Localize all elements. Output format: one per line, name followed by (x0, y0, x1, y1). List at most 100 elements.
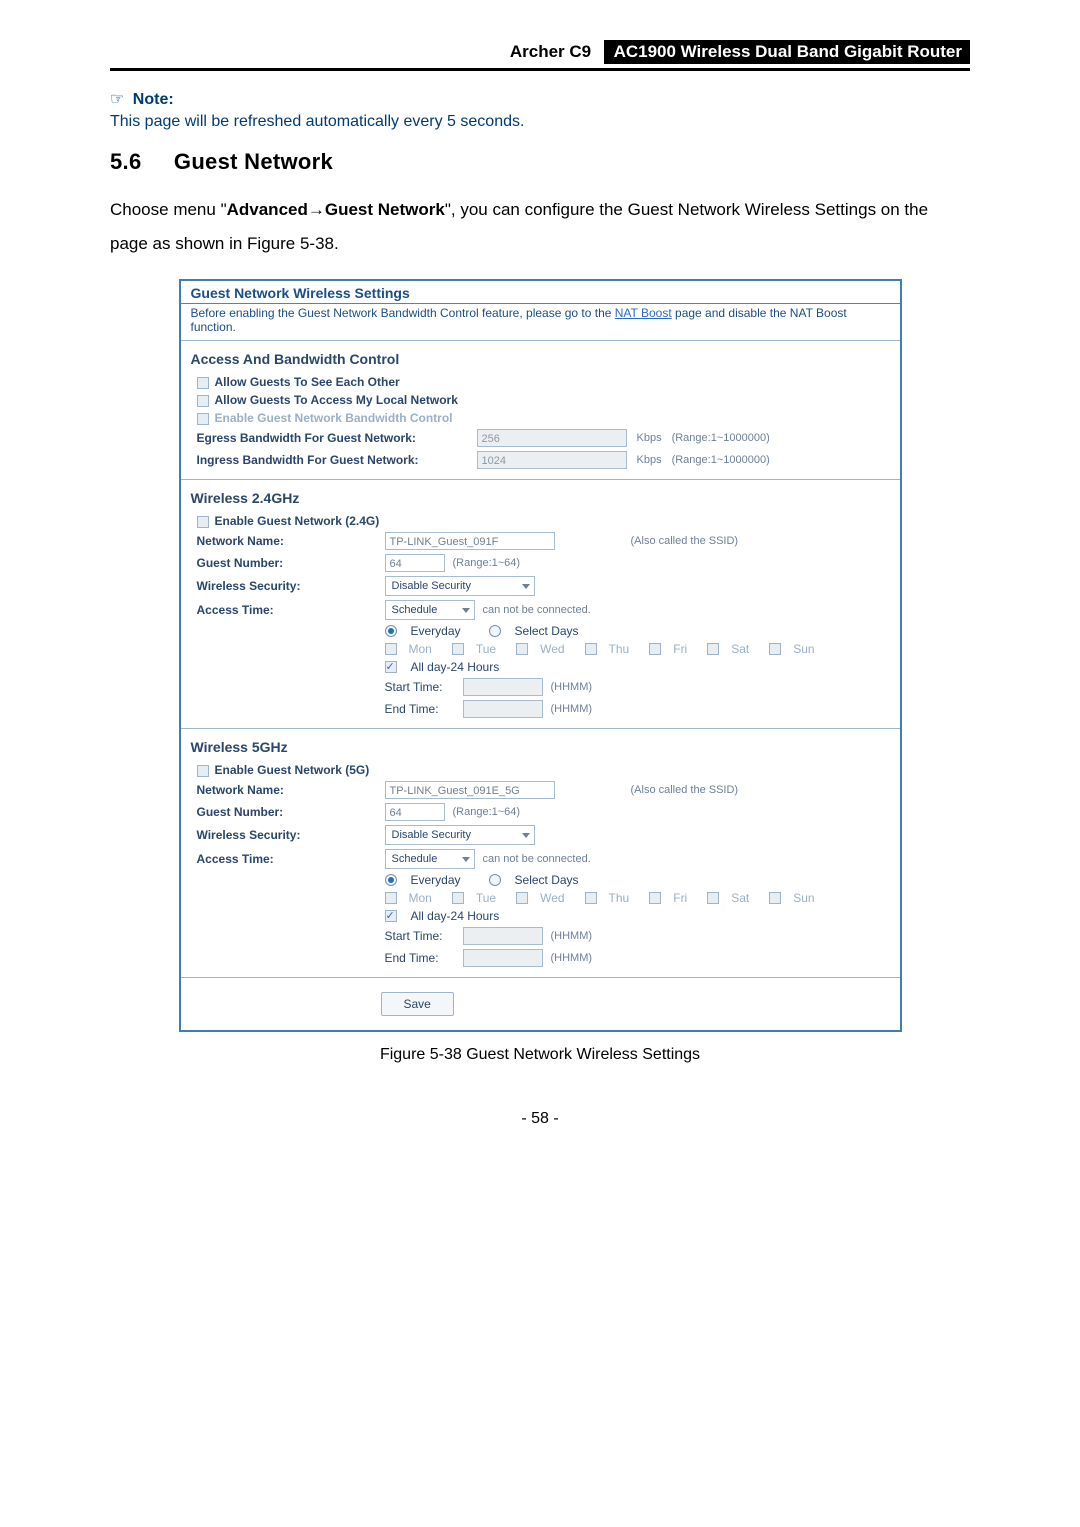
w5-sun: Sun (793, 891, 814, 905)
w5-access-select[interactable]: Schedule (385, 849, 475, 869)
w5-wed: Wed (540, 891, 564, 905)
w24-everyday-radio[interactable] (385, 625, 397, 637)
w5-name-label: Network Name: (197, 783, 377, 797)
w5-guestnum-input[interactable]: 64 (385, 803, 445, 821)
w24-days-row: Mon Tue Wed Thu Fri Sat Sun (197, 642, 890, 656)
w5-ssid-note: (Also called the SSID) (631, 784, 739, 796)
w24-name-label: Network Name: (197, 534, 377, 548)
w5-sun-checkbox[interactable] (769, 892, 781, 904)
w24-thu-checkbox[interactable] (585, 643, 597, 655)
access-local-checkbox[interactable] (197, 395, 209, 407)
w24-wed-checkbox[interactable] (516, 643, 528, 655)
w5-days-row: Mon Tue Wed Thu Fri Sat Sun (197, 891, 890, 905)
w24-everyday-label: Everyday (411, 624, 461, 638)
w24-selectdays-radio[interactable] (489, 625, 501, 637)
section-heading: 5.6 Guest Network (110, 149, 970, 175)
w5-selectdays-radio[interactable] (489, 874, 501, 886)
w5-security-select[interactable]: Disable Security (385, 825, 535, 845)
wireless-5-section: Wireless 5GHz Enable Guest Network (5G) … (181, 729, 900, 977)
warning-pre: Before enabling the Guest Network Bandwi… (191, 306, 615, 320)
panel-warning: Before enabling the Guest Network Bandwi… (181, 304, 900, 341)
w5-name-input[interactable]: TP-LINK_Guest_091E_5G (385, 781, 555, 799)
see-each-checkbox[interactable] (197, 377, 209, 389)
w5-end-label: End Time: (385, 951, 455, 965)
w24-guestnum-input[interactable]: 64 (385, 554, 445, 572)
w5-guestnum-label: Guest Number: (197, 805, 377, 819)
enable-bw-label: Enable Guest Network Bandwidth Control (215, 411, 453, 425)
w5-allday-checkbox[interactable] (385, 910, 397, 922)
note-message: This page will be refreshed automaticall… (110, 113, 970, 131)
w24-tue-checkbox[interactable] (452, 643, 464, 655)
arrow-icon: → (308, 200, 325, 219)
w24-sun: Sun (793, 642, 814, 656)
w5-mon: Mon (409, 891, 432, 905)
w24-mon: Mon (409, 642, 432, 656)
w5-fri: Fri (673, 891, 687, 905)
product-model: Archer C9 (510, 42, 591, 61)
access-local-label: Allow Guests To Access My Local Network (215, 393, 458, 407)
panel-title: Guest Network Wireless Settings (181, 281, 900, 304)
w24-allday-label: All day-24 Hours (411, 660, 500, 674)
enable-24-label: Enable Guest Network (2.4G) (215, 514, 380, 528)
w24-access-label: Access Time: (197, 603, 377, 617)
w24-fri: Fri (673, 642, 687, 656)
w24-end-input[interactable] (463, 700, 543, 718)
section-title: Guest Network (174, 149, 333, 174)
enable-24-checkbox[interactable] (197, 516, 209, 528)
intro-text: Choose menu "Advanced→Guest Network", yo… (110, 193, 970, 261)
w5-mon-checkbox[interactable] (385, 892, 397, 904)
w5-access-label: Access Time: (197, 852, 377, 866)
ingress-range: (Range:1~1000000) (672, 454, 770, 466)
w5-guest-range: (Range:1~64) (453, 806, 521, 818)
w24-tue: Tue (476, 642, 496, 656)
w5-start-hhmm: (HHMM) (551, 930, 593, 942)
w24-sun-checkbox[interactable] (769, 643, 781, 655)
w24-access-note: can not be connected. (483, 604, 591, 616)
w5-everyday-radio[interactable] (385, 874, 397, 886)
w5-tue: Tue (476, 891, 496, 905)
w24-name-input[interactable]: TP-LINK_Guest_091F (385, 532, 555, 550)
egress-range: (Range:1~1000000) (672, 432, 770, 444)
settings-panel: Guest Network Wireless Settings Before e… (179, 279, 902, 1032)
egress-input[interactable]: 256 (477, 429, 627, 447)
bandwidth-section: Access And Bandwidth Control Allow Guest… (181, 341, 900, 480)
w5-start-input[interactable] (463, 927, 543, 945)
w24-mon-checkbox[interactable] (385, 643, 397, 655)
see-each-label: Allow Guests To See Each Other (215, 375, 400, 389)
w5-thu-checkbox[interactable] (585, 892, 597, 904)
w5-end-input[interactable] (463, 949, 543, 967)
ingress-label: Ingress Bandwidth For Guest Network: (197, 453, 467, 467)
egress-unit: Kbps (637, 432, 662, 444)
ingress-input[interactable]: 1024 (477, 451, 627, 469)
w24-thu: Thu (609, 642, 630, 656)
bandwidth-heading: Access And Bandwidth Control (191, 351, 890, 367)
doc-header: Archer C9 AC1900 Wireless Dual Band Giga… (110, 40, 970, 71)
w24-access-select[interactable]: Schedule (385, 600, 475, 620)
w24-heading: Wireless 2.4GHz (191, 490, 890, 506)
w5-everyday-label: Everyday (411, 873, 461, 887)
w24-security-select[interactable]: Disable Security (385, 576, 535, 596)
wireless-24-section: Wireless 2.4GHz Enable Guest Network (2.… (181, 480, 900, 729)
w5-tue-checkbox[interactable] (452, 892, 464, 904)
w24-start-input[interactable] (463, 678, 543, 696)
w24-fri-checkbox[interactable] (649, 643, 661, 655)
nav-advanced: Advanced (227, 200, 308, 219)
save-button[interactable]: Save (381, 992, 454, 1016)
w24-start-hhmm: (HHMM) (551, 681, 593, 693)
w24-sat-checkbox[interactable] (707, 643, 719, 655)
w24-allday-checkbox[interactable] (385, 661, 397, 673)
w5-fri-checkbox[interactable] (649, 892, 661, 904)
intro-t1: Choose menu " (110, 200, 227, 219)
save-row: Save (181, 977, 900, 1030)
enable-bw-checkbox[interactable] (197, 413, 209, 425)
section-number: 5.6 (110, 149, 141, 175)
nat-boost-link[interactable]: NAT Boost (615, 306, 672, 320)
enable-5-checkbox[interactable] (197, 765, 209, 777)
page-number: - 58 - (110, 1110, 970, 1128)
note-line: ☞ Note: (110, 89, 970, 109)
w5-selectdays-label: Select Days (515, 873, 579, 887)
w5-sat-checkbox[interactable] (707, 892, 719, 904)
w5-wed-checkbox[interactable] (516, 892, 528, 904)
nav-guest-network: Guest Network (325, 200, 445, 219)
w5-start-label: Start Time: (385, 929, 455, 943)
